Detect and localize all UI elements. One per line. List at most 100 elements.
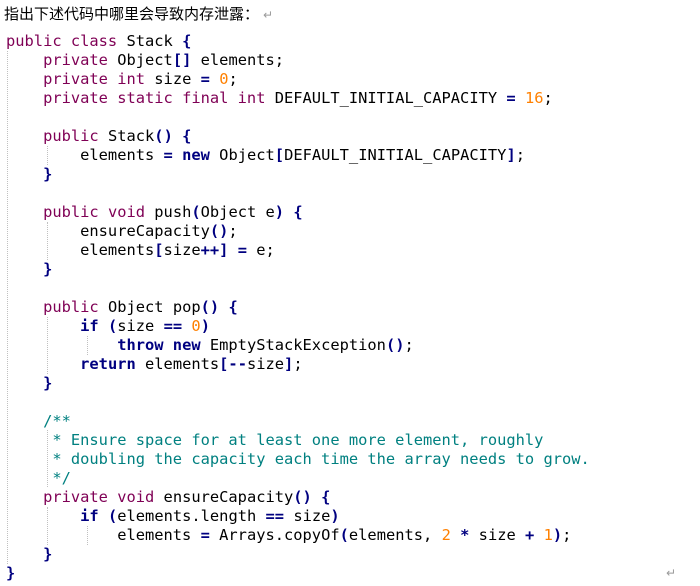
code-line: public void push(Object e) { — [6, 203, 590, 222]
code-token: private int — [43, 70, 146, 88]
code-token: 1 — [543, 526, 553, 544]
code-line: /** — [6, 412, 590, 431]
code-token: elements — [135, 355, 220, 373]
code-token: } — [43, 260, 53, 278]
code-token: elements.length — [117, 507, 266, 525]
code-line: } — [6, 545, 590, 564]
code-token: ( — [339, 526, 349, 544]
code-token: elements — [6, 146, 164, 164]
code-line: * Ensure space for at least one more ele… — [6, 431, 590, 450]
code-token: ++] — [200, 241, 229, 259]
code-line: public Object pop() { — [6, 298, 590, 317]
code-token: private static final int — [43, 89, 266, 107]
code-token: { — [293, 203, 303, 221]
code-token: Object pop — [98, 298, 201, 316]
code-token: == — [163, 317, 183, 335]
code-token: DEFAULT_INITIAL_CAPACITY — [284, 146, 507, 164]
code-token: = — [506, 89, 516, 107]
code-token: { — [321, 488, 331, 506]
code-token: } — [6, 564, 16, 582]
code-line: public class Stack { — [6, 32, 590, 51]
code-token: ) — [330, 507, 340, 525]
code-line: private static final int DEFAULT_INITIAL… — [6, 89, 590, 108]
code-token: [ — [274, 146, 285, 164]
code-token: public void — [43, 203, 146, 221]
code-token: push — [145, 203, 192, 221]
code-token: { — [182, 32, 192, 50]
question-text: 指出下述代码中哪里会导致内存泄露： ↵ — [4, 3, 273, 25]
code-line: return elements[--size]; — [6, 355, 590, 374]
code-line: * doubling the capacity each time the ar… — [6, 450, 590, 469]
code-token: elements, — [348, 526, 442, 544]
code-token: * doubling the capacity each time the ar… — [43, 450, 590, 468]
code-token: */ — [43, 469, 71, 487]
code-token: 0 — [191, 317, 201, 335]
code-token: () — [293, 488, 312, 506]
code-line: elements = new Object[DEFAULT_INITIAL_CA… — [6, 146, 590, 165]
code-token: } — [43, 374, 53, 392]
code-token: public class — [6, 32, 118, 50]
code-token: = — [237, 241, 247, 259]
code-line: } — [6, 165, 590, 184]
code-token: throw new — [117, 336, 201, 354]
code-line: private void ensureCapacity() { — [6, 488, 590, 507]
code-token: EmptyStackException — [200, 336, 386, 354]
code-token: [] — [172, 51, 192, 69]
code-token: size — [246, 355, 285, 373]
code-token: 2 — [441, 526, 451, 544]
code-token: return — [80, 355, 136, 373]
code-token: ; — [562, 526, 572, 544]
question-label: 指出下述代码中哪里会导致内存泄露： — [4, 5, 260, 23]
code-token: } — [43, 165, 53, 183]
code-block: public class Stack { private Object[] el… — [6, 32, 590, 583]
code-token: ; — [404, 336, 414, 354]
code-token: ( — [107, 317, 118, 335]
code-token: public — [43, 298, 99, 316]
code-token: ensureCapacity — [6, 222, 210, 240]
return-mark-icon: ↵ — [665, 566, 676, 580]
code-token: new — [182, 146, 210, 164]
code-line: if (size == 0) — [6, 317, 590, 336]
code-token: size — [163, 241, 201, 259]
code-token: ( — [107, 507, 118, 525]
code-token: ) — [552, 526, 563, 544]
code-token: private — [43, 51, 108, 69]
code-token: = — [200, 70, 210, 88]
code-line: elements = Arrays.copyOf(elements, 2 * s… — [6, 526, 590, 545]
code-token: Object — [107, 51, 173, 69]
code-line: private int size = 0; — [6, 70, 590, 89]
code-token: ; — [515, 146, 526, 164]
code-token: = — [163, 146, 173, 164]
code-token: ; — [228, 222, 238, 240]
code-line: } — [6, 564, 590, 583]
code-token: Stack — [98, 127, 155, 145]
code-line: } — [6, 260, 590, 279]
code-token: Stack — [117, 32, 183, 50]
code-token: if — [80, 507, 99, 525]
code-token: ) — [274, 203, 285, 221]
code-token: if — [80, 317, 99, 335]
